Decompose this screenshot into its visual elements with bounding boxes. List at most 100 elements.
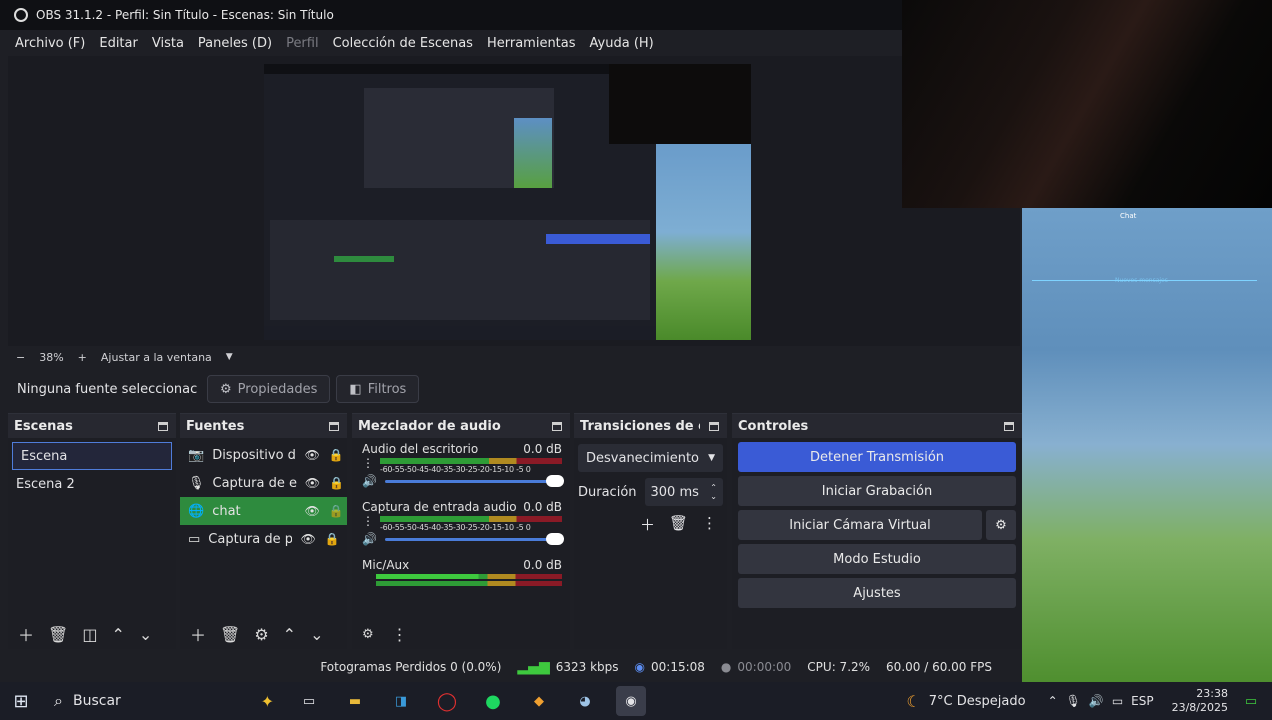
menu-bar: Archivo (F) Editar Vista Paneles (D) Per…	[0, 30, 1022, 56]
settings-button[interactable]: Ajustes	[738, 578, 1016, 608]
taskbar-search[interactable]: ⌕ Buscar ✦	[44, 686, 274, 716]
speaker-icon[interactable]: 🔊	[1089, 694, 1104, 708]
source-item[interactable]: ▭ Captura de par 👁 🔒	[180, 525, 347, 553]
filters-button[interactable]: ◧ Filtros	[336, 375, 420, 403]
app-icon[interactable]: ◆	[524, 686, 554, 716]
menu-edit[interactable]: Editar	[92, 36, 145, 51]
weather-widget[interactable]: ☾ 7°C Despejado	[906, 692, 1025, 711]
zoom-in-button[interactable]: +	[78, 351, 87, 364]
menu-docks[interactable]: Paneles (D)	[191, 36, 279, 51]
microphone-icon[interactable]: 🎙	[1066, 694, 1081, 708]
add-icon[interactable]: ＋	[18, 622, 34, 646]
scenes-toolbar: ＋ 🗑 ◫ ⌃ ⌄	[8, 619, 176, 649]
volume-slider[interactable]	[384, 474, 564, 487]
eye-icon[interactable]: 👁	[305, 476, 321, 490]
stepper-icon[interactable]: ⌃ ⌄	[710, 483, 717, 501]
start-recording-button[interactable]: Iniciar Grabación	[738, 476, 1016, 506]
menu-scene-collection[interactable]: Colección de Escenas	[326, 36, 480, 51]
move-up-icon[interactable]: ⌃	[111, 625, 124, 644]
menu-help[interactable]: Ayuda (H)	[583, 36, 661, 51]
mixer-channel: Audio del escritorio 0.0 dB ⋮ -60-55-50-…	[352, 438, 570, 488]
speaker-icon[interactable]: 🔊	[362, 474, 377, 488]
slider-knob[interactable]	[546, 474, 564, 487]
undock-icon[interactable]	[1004, 421, 1014, 431]
obs-taskbar-icon[interactable]: ◉	[616, 686, 646, 716]
channel-name: Audio del escritorio	[362, 442, 479, 456]
trash-icon[interactable]: 🗑	[48, 625, 68, 644]
volume-meter	[376, 581, 562, 586]
move-down-icon[interactable]: ⌄	[310, 625, 323, 644]
signal-bars-icon: ▂▄▆	[517, 659, 550, 675]
undock-icon[interactable]	[709, 421, 719, 431]
gear-icon[interactable]: ⚙	[254, 625, 268, 644]
sparkle-icon: ✦	[260, 691, 274, 711]
studio-mode-button[interactable]: Modo Estudio	[738, 544, 1016, 574]
source-item[interactable]: 📷 Dispositivo de 👁 🔒	[180, 441, 347, 469]
language-indicator[interactable]: ESP	[1131, 694, 1153, 708]
add-icon[interactable]: ＋	[190, 622, 206, 646]
eye-icon[interactable]: 👁	[300, 532, 316, 546]
zoom-value: 38%	[39, 350, 64, 364]
menu-file[interactable]: Archivo (F)	[8, 36, 92, 51]
volume-slider[interactable]	[384, 532, 564, 545]
advanced-audio-gear-icon[interactable]: ⚙	[362, 627, 374, 642]
steam-icon[interactable]: ◕	[570, 686, 600, 716]
lock-icon[interactable]: 🔒	[328, 504, 344, 518]
transitions-dock-header: Transiciones de e...	[574, 414, 727, 438]
notification-icon[interactable]: ▭	[1236, 686, 1266, 716]
windows-start-icon[interactable]: ⊞	[6, 686, 36, 716]
webcam-overlay	[902, 0, 1272, 208]
stop-streaming-button[interactable]: Detener Transmisión	[738, 442, 1016, 472]
source-name: Captura de ent	[212, 475, 297, 491]
duration-spinbox[interactable]: 300 ms ⌃ ⌄	[644, 478, 723, 506]
volume-meter	[380, 516, 562, 522]
display-icon[interactable]: ▭	[1112, 694, 1123, 708]
clock[interactable]: 23:38 23/8/2025	[1172, 687, 1228, 715]
lock-icon[interactable]: 🔒	[324, 532, 340, 546]
eye-icon[interactable]: 👁	[304, 448, 320, 462]
undock-icon[interactable]	[552, 421, 562, 431]
slider-knob[interactable]	[546, 532, 564, 545]
chevron-up-icon[interactable]: ⌃	[1048, 694, 1058, 708]
meter-scale: -60-55-50-45-40-35-30-25-20-15-10 -5 0	[380, 523, 531, 532]
menu-profile[interactable]: Perfil	[279, 36, 326, 51]
lock-icon[interactable]: 🔒	[328, 448, 344, 462]
undock-icon[interactable]	[158, 421, 168, 431]
kebab-menu-icon[interactable]: ⋮	[702, 514, 717, 535]
trash-icon[interactable]: 🗑	[669, 514, 688, 535]
kebab-menu-icon[interactable]: ⋮	[362, 456, 374, 470]
file-explorer-icon[interactable]: ▬	[340, 686, 370, 716]
speaker-icon[interactable]: 🔊	[362, 532, 377, 546]
app-icon[interactable]: ◨	[386, 686, 416, 716]
add-transition-icon[interactable]: ＋	[640, 514, 655, 535]
undock-icon[interactable]	[329, 421, 339, 431]
properties-button[interactable]: ⚙ Propiedades	[207, 375, 331, 403]
eye-icon[interactable]: 👁	[304, 504, 320, 518]
opera-icon[interactable]: ◯	[432, 686, 462, 716]
menu-view[interactable]: Vista	[145, 36, 191, 51]
program-preview[interactable]	[264, 64, 751, 340]
menu-tools[interactable]: Herramientas	[480, 36, 583, 51]
source-item-selected[interactable]: 🌐 chat 👁 🔒	[180, 497, 347, 525]
transition-select[interactable]: Desvanecimiento ▼	[578, 444, 723, 472]
lock-icon[interactable]: 🔒	[329, 476, 345, 490]
move-up-icon[interactable]: ⌃	[283, 625, 296, 644]
virtual-camera-settings-gear-icon[interactable]: ⚙	[986, 510, 1016, 540]
zoom-out-button[interactable]: −	[16, 351, 25, 364]
transitions-title: Transiciones de e...	[580, 418, 700, 434]
kebab-menu-icon[interactable]: ⋮	[392, 625, 408, 644]
channel-db: 0.0 dB	[523, 500, 562, 514]
filter-icon[interactable]: ◫	[82, 625, 97, 644]
start-virtual-camera-button[interactable]: Iniciar Cámara Virtual	[738, 510, 982, 540]
spotify-icon[interactable]: ●	[478, 686, 508, 716]
kebab-menu-icon[interactable]: ⋮	[362, 514, 374, 528]
task-view-icon[interactable]: ▭	[294, 686, 324, 716]
chevron-down-icon[interactable]: ▼	[226, 352, 233, 362]
trash-icon[interactable]: 🗑	[220, 625, 240, 644]
scene-item[interactable]: Escena 2	[8, 470, 176, 498]
microphone-icon: 🎙	[188, 475, 205, 491]
move-down-icon[interactable]: ⌄	[139, 625, 152, 644]
scene-item[interactable]: Escena	[12, 442, 172, 470]
source-item[interactable]: 🎙 Captura de ent 👁 🔒	[180, 469, 347, 497]
zoom-fit-select[interactable]: Ajustar a la ventana	[101, 351, 212, 364]
